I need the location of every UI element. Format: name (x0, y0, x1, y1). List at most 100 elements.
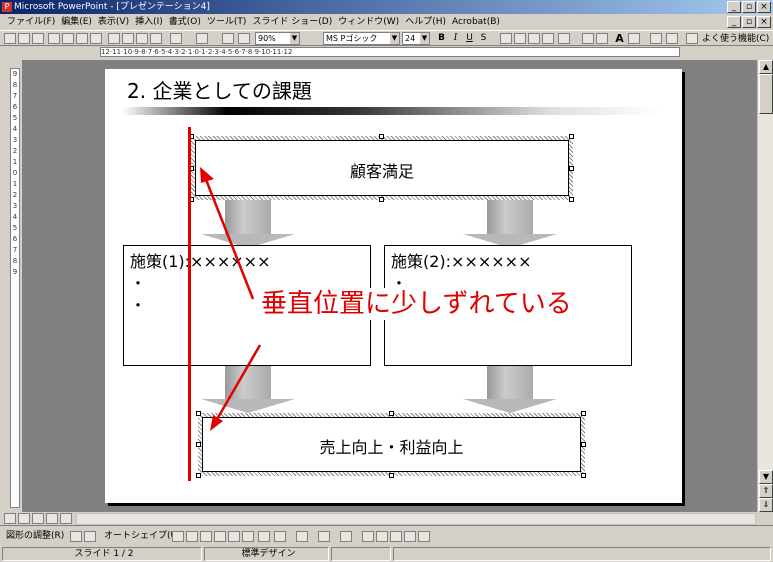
doc-restore-button[interactable]: ▫ (742, 16, 756, 28)
align-right-icon[interactable] (528, 33, 540, 44)
align-center-icon[interactable] (514, 33, 526, 44)
vertical-ruler[interactable]: 9 8 7 6 5 4 3 2 1 0 1 2 3 4 5 6 7 8 9 (10, 68, 20, 508)
slide-counter: スライド 1 / 2 (2, 547, 202, 561)
dash-style-icon[interactable] (376, 531, 388, 542)
next-slide-icon[interactable]: ⇓ (759, 498, 773, 512)
print-preview-icon[interactable] (76, 33, 88, 44)
numbering-icon[interactable] (582, 33, 594, 44)
doc-minimize-button[interactable]: _ (727, 16, 741, 28)
vruler-mark: 3 (12, 136, 18, 144)
undo-icon[interactable] (170, 33, 182, 44)
font-color-icon[interactable] (340, 531, 352, 542)
close-button[interactable]: × (757, 1, 771, 13)
3d-style-icon[interactable] (418, 531, 430, 542)
font-name-dropdown-icon[interactable]: ▼ (390, 33, 399, 44)
fill-color-icon[interactable] (296, 531, 308, 542)
increase-font-button[interactable]: A (614, 33, 625, 44)
vruler-mark: 5 (12, 224, 18, 232)
shadow-button[interactable]: S (478, 33, 489, 44)
horizontal-ruler[interactable]: 12·11·10·9·8·7·6·5·4·3·2·1·0·1·2·3·4·5·6… (100, 47, 680, 57)
rectangle-icon[interactable] (200, 531, 212, 542)
slide[interactable]: 2. 企業としての課題 顧客満足 施策(1):×××××× ・ ・ 施策(2):… (105, 69, 682, 503)
menu-window[interactable]: ウィンドウ(W) (335, 14, 402, 30)
zoom-dropdown-icon[interactable]: ▼ (290, 33, 299, 44)
menu-slideshow[interactable]: スライド ショー(D) (249, 14, 335, 30)
powerpoint-app-icon[interactable]: P (2, 2, 12, 12)
align-left-icon[interactable] (500, 33, 512, 44)
line-spacing-icon[interactable] (558, 33, 570, 44)
copy-icon[interactable] (122, 33, 134, 44)
formatting-toolbar: 90% ▼ MS Pゴシック ▼ 24 ▼ B I U S A よく使う機能(C… (0, 30, 773, 46)
font-size-value: 24 (405, 34, 416, 43)
select-pointer-icon[interactable] (70, 531, 82, 542)
email-icon[interactable] (48, 33, 60, 44)
chart-icon[interactable] (222, 33, 234, 44)
draw-menu[interactable]: 図形の調整(R) (6, 529, 64, 543)
arrow-style-icon[interactable] (390, 531, 402, 542)
vruler-mark: 2 (12, 147, 18, 155)
redo-icon[interactable] (196, 33, 208, 44)
menu-tools[interactable]: ツール(T) (204, 14, 250, 30)
slide-view-icon[interactable] (32, 513, 44, 524)
autoshape-menu[interactable]: オートシェイプ(U) (104, 529, 181, 543)
view-buttons-bar (0, 512, 773, 526)
underline-button[interactable]: U (464, 33, 475, 44)
doc-close-button[interactable]: × (757, 16, 771, 28)
sorter-view-icon[interactable] (46, 513, 58, 524)
window-title: Microsoft PowerPoint - [プレゼンテーション4] (14, 2, 210, 12)
frequent-functions-menu[interactable]: よく使う機能(C) (702, 32, 769, 46)
normal-view-icon[interactable] (4, 513, 16, 524)
paste-icon[interactable] (136, 33, 148, 44)
clipart-icon[interactable] (258, 531, 270, 542)
scroll-up-icon[interactable]: ▲ (759, 60, 773, 74)
zoom-select[interactable]: 90% ▼ (255, 32, 300, 45)
outline-view-icon[interactable] (18, 513, 30, 524)
arrow-icon[interactable] (186, 531, 198, 542)
vertical-scrollbar[interactable]: ▲ ▼ ⇑ ⇓ (757, 60, 773, 512)
vruler-mark: 7 (12, 246, 18, 254)
decrease-font-icon[interactable] (628, 33, 640, 44)
wordart-icon[interactable] (242, 531, 254, 542)
slideshow-view-icon[interactable] (60, 513, 72, 524)
horizontal-scrollbar[interactable] (76, 513, 756, 525)
grid-icon[interactable] (238, 33, 250, 44)
menu-edit[interactable]: 編集(E) (58, 14, 95, 30)
menu-acrobat[interactable]: Acrobat(B) (449, 14, 503, 30)
font-name-select[interactable]: MS Pゴシック ▼ (323, 32, 400, 45)
font-size-dropdown-icon[interactable]: ▼ (420, 33, 429, 44)
textbox-icon[interactable] (228, 531, 240, 542)
move-up-icon[interactable] (650, 33, 662, 44)
bold-button[interactable]: B (436, 33, 447, 44)
line-icon[interactable] (172, 531, 184, 542)
spellcheck-icon[interactable] (90, 33, 102, 44)
save-icon[interactable] (32, 33, 44, 44)
scroll-down-icon[interactable]: ▼ (759, 470, 773, 484)
line-color-icon[interactable] (318, 531, 330, 542)
cut-icon[interactable] (108, 33, 120, 44)
oval-icon[interactable] (214, 531, 226, 542)
open-icon[interactable] (18, 33, 30, 44)
new-icon[interactable] (4, 33, 16, 44)
bullets-icon[interactable] (596, 33, 608, 44)
minimize-button[interactable]: _ (727, 1, 741, 13)
menu-format[interactable]: 書式(O) (166, 14, 204, 30)
line-style-icon[interactable] (362, 531, 374, 542)
menu-view[interactable]: 表示(V) (95, 14, 132, 30)
font-size-select[interactable]: 24 ▼ (402, 32, 430, 45)
picture-icon[interactable] (274, 531, 286, 542)
scroll-thumb[interactable] (759, 74, 773, 114)
menu-help[interactable]: ヘルプ(H) (402, 14, 449, 30)
italic-button[interactable]: I (450, 33, 461, 44)
rotate-icon[interactable] (84, 531, 96, 542)
menu-insert[interactable]: 挿入(I) (132, 14, 166, 30)
menu-file[interactable]: ファイル(F) (4, 14, 58, 30)
shadow-style-icon[interactable] (404, 531, 416, 542)
format-painter-icon[interactable] (150, 33, 162, 44)
justify-icon[interactable] (542, 33, 554, 44)
spellcheck-status-icon[interactable] (331, 547, 391, 561)
previous-slide-icon[interactable]: ⇑ (759, 484, 773, 498)
star-icon[interactable] (686, 33, 698, 44)
move-down-icon[interactable] (666, 33, 678, 44)
restore-button[interactable]: ▫ (742, 1, 756, 13)
print-icon[interactable] (62, 33, 74, 44)
